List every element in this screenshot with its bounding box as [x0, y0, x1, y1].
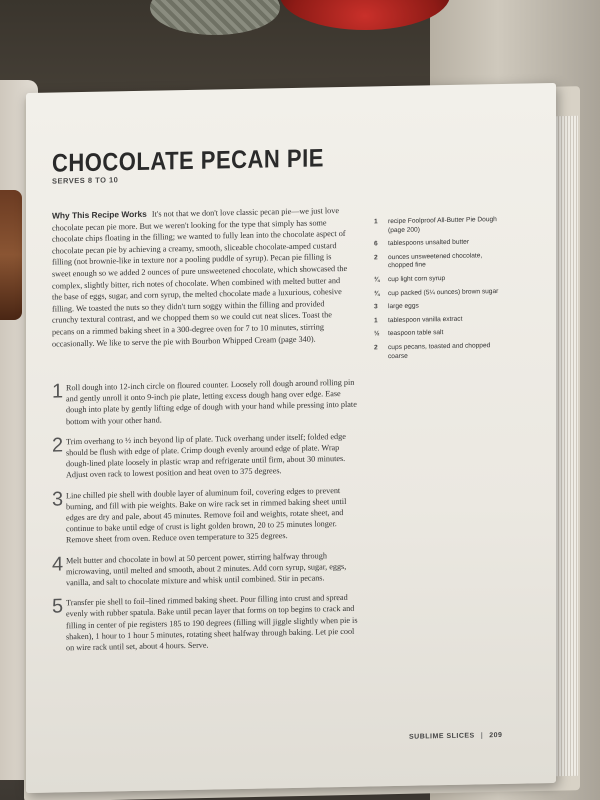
ingredient-text: cups pecans, toasted and chopped coarse — [388, 342, 491, 360]
serves-label: SERVES 8 TO 10 — [52, 175, 119, 186]
page-stack-edge — [556, 115, 578, 777]
step-text: Line chilled pie shell with double layer… — [66, 485, 347, 545]
ingredient-qty: ¾ — [374, 289, 380, 297]
recipe-step: 5 Transfer pie shell to foil–lined rimme… — [52, 592, 358, 654]
ingredient-item: 1 tablespoon vanilla extract — [374, 315, 504, 326]
food-photo — [0, 190, 22, 320]
ingredient-list: 1 recipe Foolproof All-Butter Pie Dough (… — [374, 216, 504, 367]
page-number: 209 — [489, 731, 503, 740]
why-text: It's not that we don't love classic peca… — [52, 206, 348, 349]
step-number: 2 — [52, 434, 64, 457]
page-footer: SUBLIME SLICES | 209 — [409, 732, 502, 741]
ingredient-qty: ¾ — [374, 276, 380, 284]
ingredient-item: 3 large eggs — [374, 301, 504, 312]
step-text: Transfer pie shell to foil–lined rimmed … — [66, 593, 358, 653]
why-this-recipe-works: Why This Recipe Works It's not that we d… — [52, 205, 348, 350]
ingredient-text: cup light corn syrup — [388, 275, 446, 284]
step-text: Roll dough into 12-inch circle on floure… — [66, 377, 357, 426]
why-lead: Why This Recipe Works — [52, 208, 147, 221]
step-text: Melt butter and chocolate in bowl at 50 … — [66, 550, 347, 588]
step-number: 5 — [52, 595, 64, 618]
ingredient-qty: 6 — [374, 240, 378, 248]
ingredient-item: ¾ cup packed (5¼ ounces) brown sugar — [374, 287, 504, 298]
recipe-steps: 1 Roll dough into 12-inch circle on flou… — [52, 377, 358, 663]
ingredient-text: teaspoon table salt — [388, 329, 444, 338]
recipe-step: 4 Melt butter and chocolate in bowl at 5… — [52, 549, 358, 588]
ingredient-text: recipe Foolproof All-Butter Pie Dough (p… — [388, 216, 497, 234]
section-name: SUBLIME SLICES — [409, 732, 475, 741]
ingredient-qty: 3 — [374, 303, 378, 311]
ingredient-text: large eggs — [388, 302, 419, 311]
ingredient-item: ½ teaspoon table salt — [374, 328, 504, 339]
ingredient-text: tablespoons unsalted butter — [388, 238, 470, 248]
ingredient-text: ounces unsweetened chocolate, chopped fi… — [388, 252, 483, 270]
ingredient-text: tablespoon vanilla extract — [388, 315, 463, 324]
recipe-title: CHOCOLATE PECAN PIE — [52, 143, 324, 178]
step-number: 1 — [52, 380, 64, 403]
footer-separator: | — [480, 732, 484, 740]
step-number: 3 — [52, 488, 64, 511]
ingredient-qty: 1 — [374, 317, 378, 325]
step-text: Trim overhang to ½ inch beyond lip of pl… — [66, 431, 346, 480]
ingredient-qty: 2 — [374, 254, 378, 262]
ingredient-qty: 1 — [374, 218, 378, 226]
ingredient-item: 2 ounces unsweetened chocolate, chopped f… — [374, 252, 504, 272]
ingredient-item: 6 tablespoons unsalted butter — [374, 238, 504, 249]
cookbook-page: CHOCOLATE PECAN PIE SERVES 8 TO 10 Why T… — [26, 82, 556, 794]
ingredient-item: 1 recipe Foolproof All-Butter Pie Dough (… — [374, 216, 504, 236]
ingredient-item: ¾ cup light corn syrup — [374, 274, 504, 285]
ingredient-text: cup packed (5¼ ounces) brown sugar — [388, 287, 499, 297]
ingredient-qty: ½ — [374, 330, 380, 338]
ingredient-qty: 2 — [374, 344, 378, 352]
ingredient-item: 2 cups pecans, toasted and chopped coarse — [374, 342, 504, 362]
recipe-step: 2 Trim overhang to ½ inch beyond lip of … — [52, 431, 358, 482]
recipe-step: 3 Line chilled pie shell with double lay… — [52, 484, 358, 546]
recipe-step: 1 Roll dough into 12-inch circle on flou… — [52, 377, 358, 428]
step-number: 4 — [52, 553, 64, 576]
